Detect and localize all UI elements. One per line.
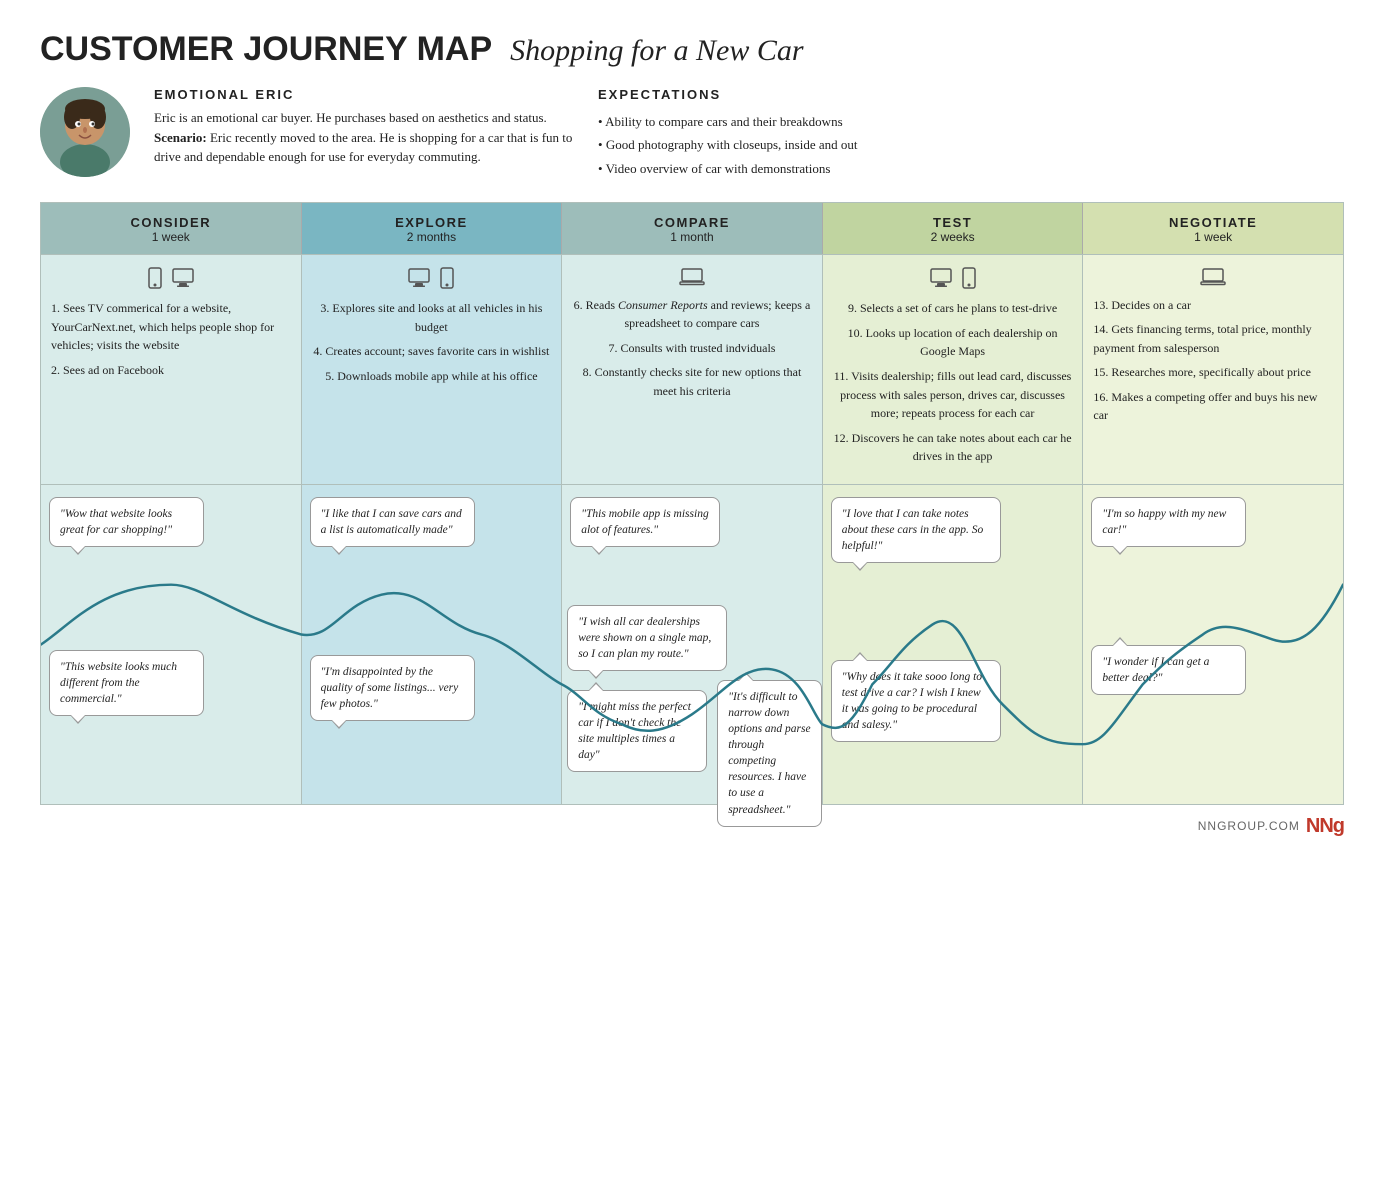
emotion-row: "Wow that website looks great for car sh… (41, 484, 1343, 804)
phone-icon (148, 267, 162, 289)
avatar (40, 87, 130, 177)
phase-col-explore: 3. Explores site and looks at all vehicl… (302, 255, 563, 484)
phone-icon-3 (962, 267, 976, 289)
steps-compare: 6. Reads Consumer Reports 6. Reads Consu… (572, 296, 812, 401)
expectation-item: Ability to compare cars and their breakd… (598, 110, 1344, 133)
phase-header-compare: COMPARE 1 month (562, 203, 823, 254)
bubble-compare-1: "This mobile app is missing alot of feat… (570, 497, 720, 547)
phase-header-test: TEST 2 weeks (823, 203, 1084, 254)
persona-description: Eric is an emotional car buyer. He purch… (154, 108, 574, 167)
steps-explore: 3. Explores site and looks at all vehicl… (312, 299, 552, 385)
phase-col-test: 9. Selects a set of cars he plans to tes… (823, 255, 1084, 484)
desktop-icon-3 (930, 268, 952, 288)
device-icons-explore (312, 267, 552, 289)
phase-col-negotiate: 13. Decides on a car 14. Gets financing … (1083, 255, 1343, 484)
bubble-compare-2: "I wish all car dealerships were shown o… (567, 605, 727, 671)
expectations-title: EXPECTATIONS (598, 87, 1344, 102)
persona-name: EMOTIONAL ERIC (154, 87, 574, 102)
phase-header-negotiate: NEGOTIATE 1 week (1083, 203, 1343, 254)
phase-col-compare: 6. Reads Consumer Reports 6. Reads Consu… (562, 255, 823, 484)
phase-col-consider: 1. Sees TV commerical for a website, You… (41, 255, 302, 484)
bubble-compare-3: "I might miss the perfect car if I don't… (567, 690, 707, 772)
bubble-explore-1: "I like that I can save cars and a list … (310, 497, 475, 547)
bubble-consider-2: "This website looks much different from … (49, 650, 204, 716)
device-icons-test (833, 267, 1073, 289)
phase-headers: CONSIDER 1 week EXPLORE 2 months COMPARE… (41, 203, 1343, 254)
bubble-test-2: "Why does it take sooo long to test driv… (831, 660, 1001, 742)
footer-site: NNGROUP.COM (1198, 819, 1300, 833)
title-bold: CUSTOMER JOURNEY MAP (40, 30, 492, 68)
nn-logo: NNg (1306, 815, 1344, 838)
footer: NNGROUP.COM NNg (40, 815, 1344, 838)
journey-map: CONSIDER 1 week EXPLORE 2 months COMPARE… (40, 202, 1344, 805)
steps-negotiate: 13. Decides on a car 14. Gets financing … (1093, 296, 1333, 426)
phone-icon-2 (440, 267, 454, 289)
expectations-section: EXPECTATIONS Ability to compare cars and… (598, 87, 1344, 180)
emotion-col-negotiate: "I'm so happy with my new car!" "I wonde… (1083, 485, 1343, 804)
expectations-list: Ability to compare cars and their breakd… (598, 110, 1344, 180)
phase-header-explore: EXPLORE 2 months (302, 203, 563, 254)
device-icons-negotiate (1093, 267, 1333, 285)
bubble-explore-2: "I'm disappointed by the quality of some… (310, 655, 475, 721)
emotion-col-compare: "This mobile app is missing alot of feat… (562, 485, 823, 804)
laptop-icon (679, 268, 705, 286)
steps-test: 9. Selects a set of cars he plans to tes… (833, 299, 1073, 466)
desktop-icon-2 (408, 268, 430, 288)
title-italic: Shopping for a New Car (510, 34, 803, 67)
expectation-item: Video overview of car with demonstration… (598, 157, 1344, 180)
bubble-consider-1: "Wow that website looks great for car sh… (49, 497, 204, 547)
phase-content-row: 1. Sees TV commerical for a website, You… (41, 254, 1343, 484)
page-title: CUSTOMER JOURNEY MAP Shopping for a New … (40, 30, 1344, 69)
bubble-test-1: "I love that I can take notes about thes… (831, 497, 1001, 563)
laptop-icon-2 (1200, 268, 1226, 286)
expectation-item: Good photography with closeups, inside a… (598, 133, 1344, 156)
bubble-negotiate-2: "I wonder if I can get a better deal?" (1091, 645, 1246, 695)
steps-consider: 1. Sees TV commerical for a website, You… (51, 299, 291, 379)
emotion-col-explore: "I like that I can save cars and a list … (302, 485, 563, 804)
emotion-col-test: "I love that I can take notes about thes… (823, 485, 1084, 804)
phase-header-consider: CONSIDER 1 week (41, 203, 302, 254)
emotion-col-consider: "Wow that website looks great for car sh… (41, 485, 302, 804)
desktop-icon (172, 268, 194, 288)
device-icons-consider (51, 267, 291, 289)
persona-section: EMOTIONAL ERIC Eric is an emotional car … (40, 87, 1344, 180)
persona-info: EMOTIONAL ERIC Eric is an emotional car … (154, 87, 574, 167)
bubble-negotiate-1: "I'm so happy with my new car!" (1091, 497, 1246, 547)
page-wrapper: CUSTOMER JOURNEY MAP Shopping for a New … (40, 30, 1344, 838)
bubble-compare-4: "It's difficult to narrow down options a… (717, 680, 822, 827)
device-icons-compare (572, 267, 812, 285)
